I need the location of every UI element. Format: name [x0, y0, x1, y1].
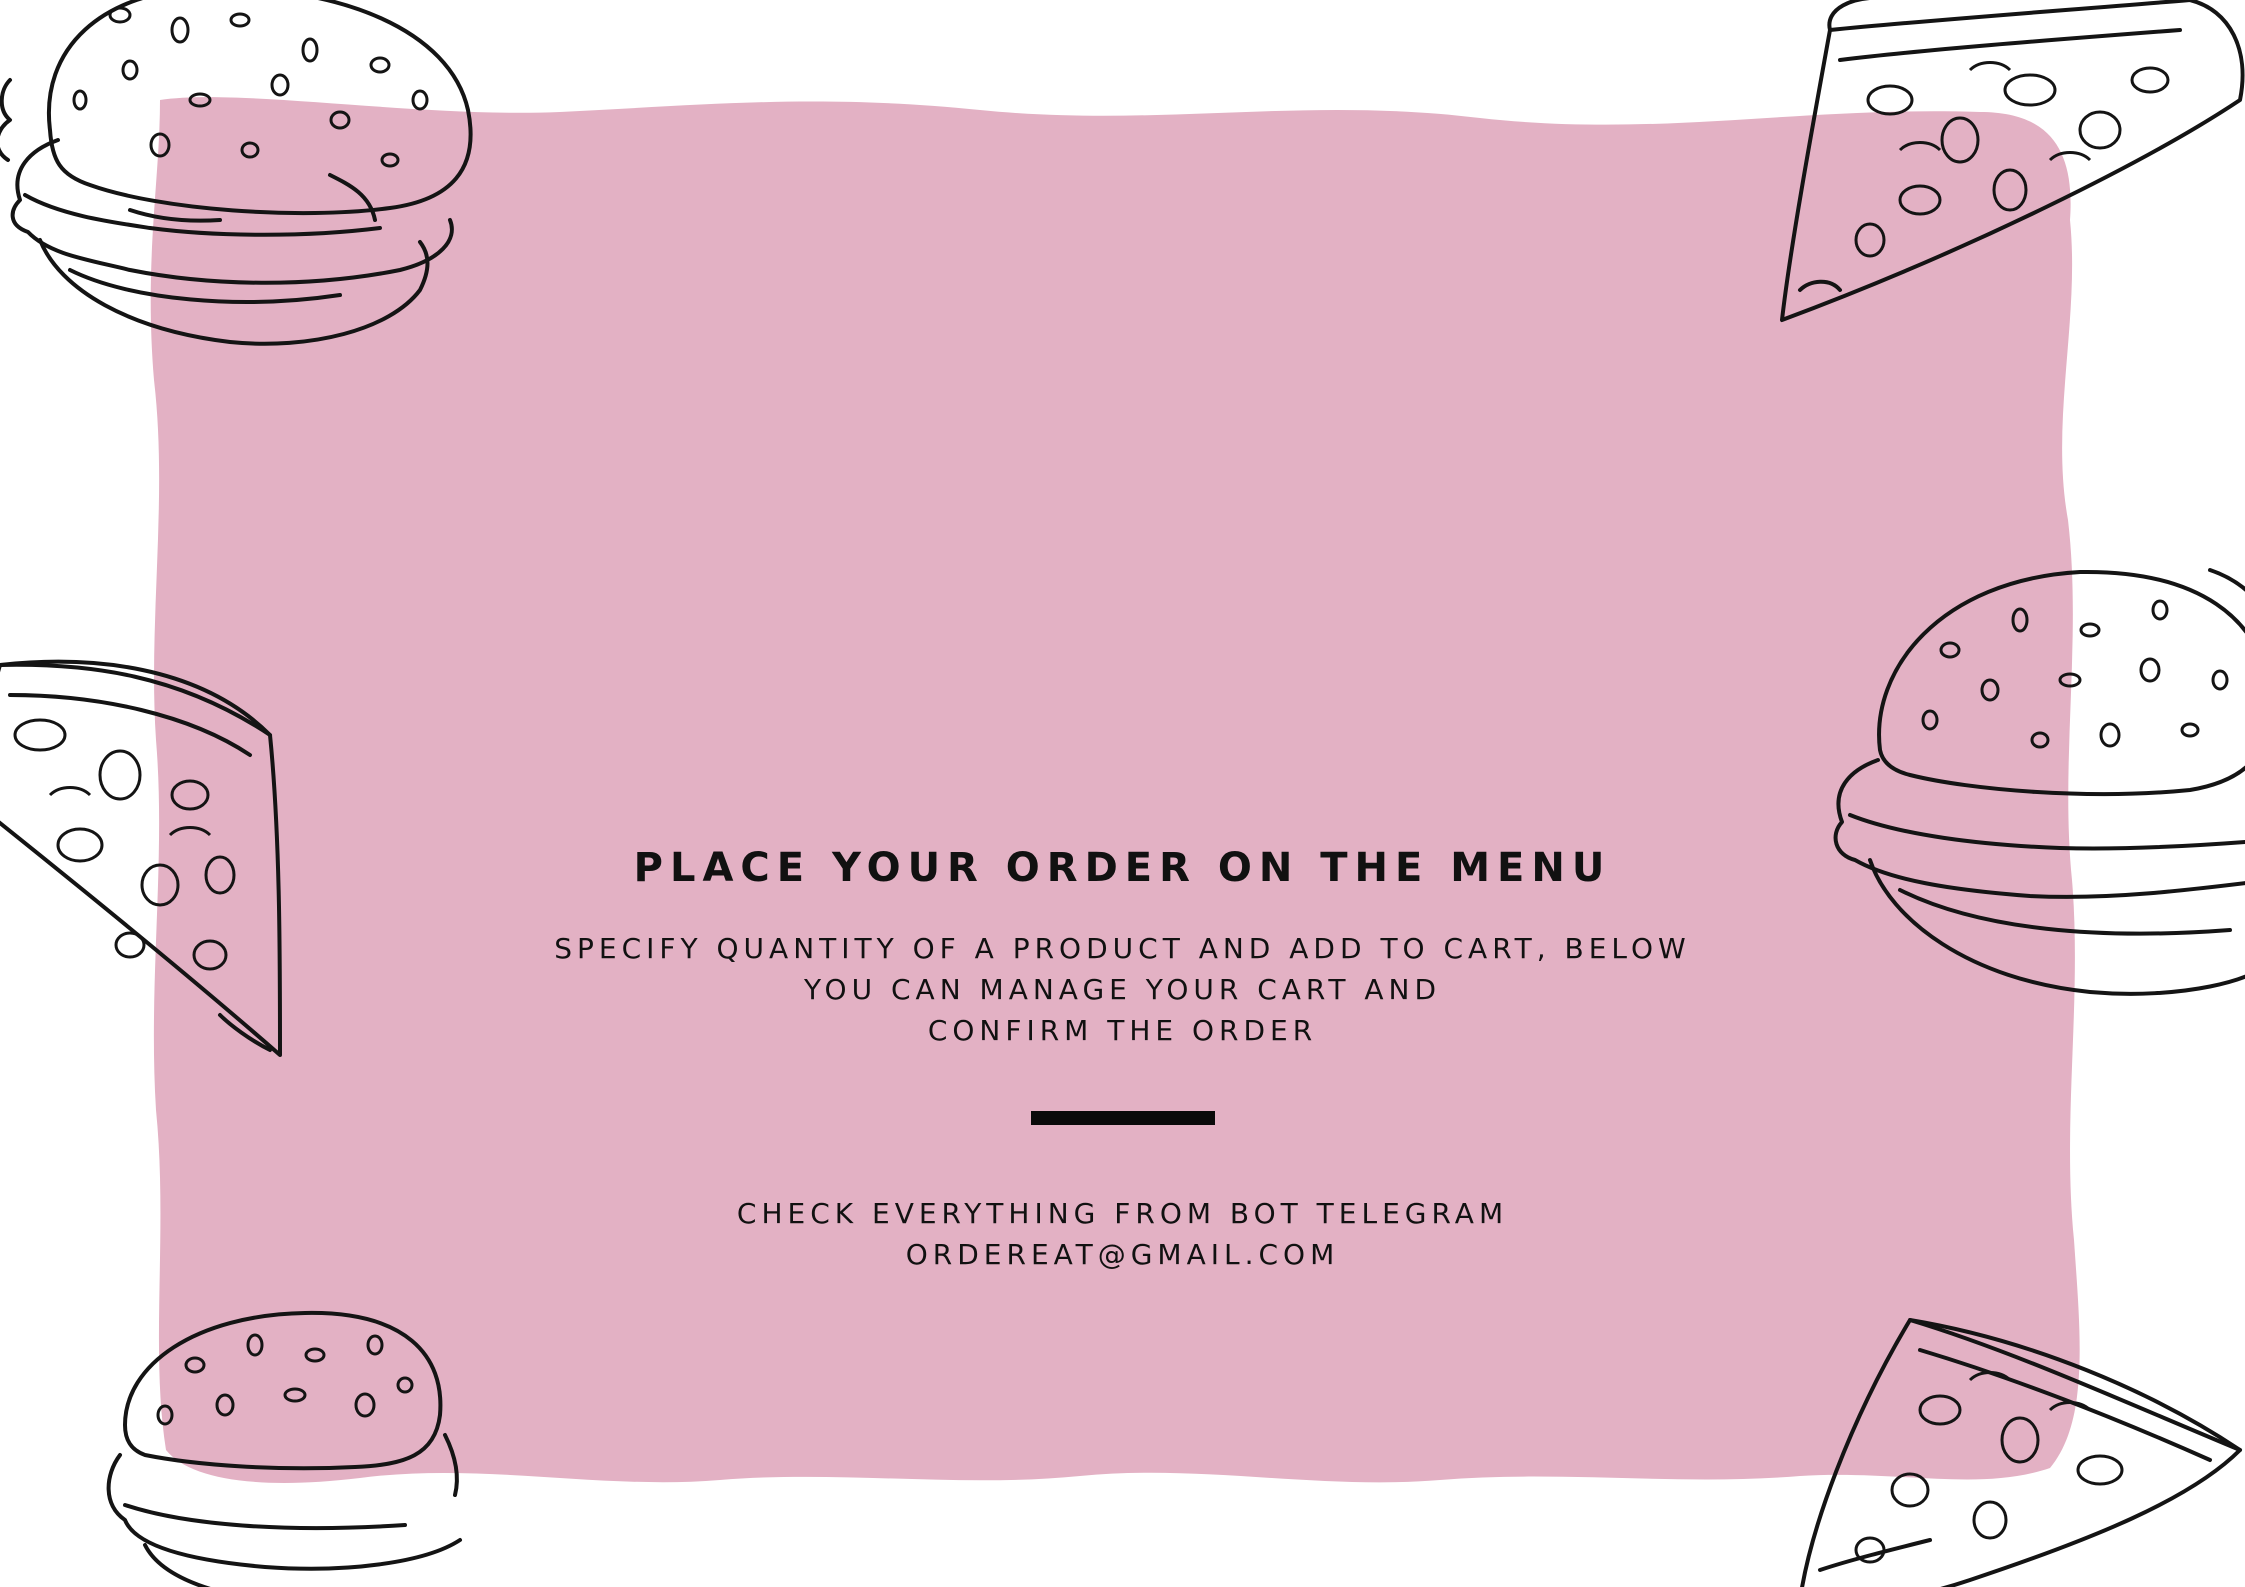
divider [1030, 1111, 1215, 1125]
order-info: PLACE YOUR ORDER ON THE MENU SPECIFY QUA… [420, 840, 1825, 1275]
instructions-line: SPECIFY QUANTITY OF A PRODUCT AND ADD TO… [554, 932, 1691, 965]
instructions-line: CONFIRM THE ORDER [927, 1014, 1318, 1047]
pizza-slice-illustration [1780, 0, 2245, 322]
burger-illustration [1833, 568, 2245, 996]
instructions-line: YOU CAN MANAGE YOUR CART AND [803, 973, 1441, 1006]
contact-email: ORDEREAT@GMAIL.COM [905, 1238, 1340, 1271]
telegram-bot-note: CHECK EVERYTHING FROM BOT TELEGRAM [736, 1197, 1509, 1230]
burger-illustration [106, 1310, 462, 1587]
burger-illustration [0, 0, 473, 346]
order-instructions: SPECIFY QUANTITY OF A PRODUCT AND ADD TO… [420, 928, 1825, 1051]
menu-card: PLACE YOUR ORDER ON THE MENU SPECIFY QUA… [0, 0, 2245, 1587]
pizza-slice-illustration [0, 659, 282, 1057]
headline: PLACE YOUR ORDER ON THE MENU [633, 845, 1612, 891]
contact-info: CHECK EVERYTHING FROM BOT TELEGRAM ORDER… [420, 1193, 1825, 1275]
pizza-slice-illustration [1800, 1318, 2242, 1587]
